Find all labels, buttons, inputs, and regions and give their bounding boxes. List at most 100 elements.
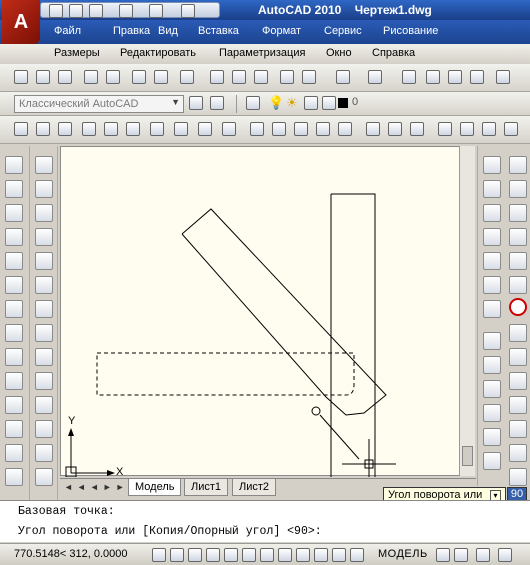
revision-cloud-icon[interactable] xyxy=(5,324,23,342)
pan-realtime-icon[interactable] xyxy=(483,332,501,350)
intersect-icon[interactable] xyxy=(410,122,424,136)
menu-modify[interactable]: Редактировать xyxy=(120,47,196,59)
menu-parametric[interactable]: Параметризация xyxy=(219,47,305,59)
polygon-icon[interactable] xyxy=(35,228,53,246)
rectangle-icon[interactable] xyxy=(35,252,53,270)
cut-icon[interactable] xyxy=(210,70,224,84)
redo-icon[interactable] xyxy=(368,70,382,84)
selection-cycling-icon[interactable] xyxy=(350,548,364,562)
torus-icon[interactable] xyxy=(150,122,164,136)
ortho-icon[interactable] xyxy=(188,548,202,562)
circle-icon[interactable] xyxy=(5,300,23,318)
union-icon[interactable] xyxy=(366,122,380,136)
layer-color-icon[interactable] xyxy=(322,96,336,110)
trim-icon[interactable] xyxy=(509,372,527,390)
zoom-window-icon[interactable] xyxy=(483,380,501,398)
tab-sheet2[interactable]: Лист2 xyxy=(232,479,277,496)
menu-view[interactable]: Вид xyxy=(158,25,178,37)
lock-icon[interactable] xyxy=(304,96,318,110)
workspace-save-icon[interactable] xyxy=(210,96,224,110)
array-icon[interactable] xyxy=(509,252,527,270)
copy-icon[interactable] xyxy=(509,180,527,198)
open-icon[interactable] xyxy=(69,4,83,18)
design-center-icon[interactable] xyxy=(180,70,194,84)
drawing-canvas[interactable]: Y X xyxy=(60,146,460,482)
tab-navigation-icon[interactable]: ◄◄◄►► xyxy=(64,482,129,492)
extend-icon[interactable] xyxy=(509,396,527,414)
ellipse-arc-icon[interactable] xyxy=(35,396,53,414)
cube-icon[interactable] xyxy=(483,276,501,294)
zoom-out-icon[interactable] xyxy=(483,452,501,470)
menu-window[interactable]: Окно xyxy=(326,47,352,59)
line-icon[interactable] xyxy=(35,156,53,174)
footprint-icon[interactable] xyxy=(483,428,501,446)
3d-array-icon[interactable] xyxy=(504,122,518,136)
menu-draw[interactable]: Рисование xyxy=(383,25,438,37)
3d-rotate-icon[interactable] xyxy=(460,122,474,136)
properties-icon[interactable] xyxy=(496,70,510,84)
menu-file[interactable]: Файл xyxy=(54,25,81,37)
lineweight-icon[interactable] xyxy=(314,548,328,562)
print-icon[interactable] xyxy=(181,4,195,18)
block-icon[interactable] xyxy=(35,420,53,438)
snap-icon[interactable] xyxy=(152,548,166,562)
block-editor-icon[interactable] xyxy=(302,70,316,84)
insert-block-icon[interactable] xyxy=(5,396,23,414)
3d-align-icon[interactable] xyxy=(482,122,496,136)
menu-tools[interactable]: Сервис xyxy=(324,25,362,37)
menu-dimension[interactable]: Размеры xyxy=(54,47,100,59)
sphere-icon[interactable] xyxy=(104,122,118,136)
zoom-dynamic-icon[interactable] xyxy=(483,404,501,422)
undo-icon[interactable] xyxy=(119,4,133,18)
rotate-icon[interactable] xyxy=(509,298,527,316)
scale-icon[interactable] xyxy=(509,324,527,342)
visual-style-icon[interactable] xyxy=(483,156,501,174)
menu-insert[interactable]: Вставка xyxy=(198,25,239,37)
break-icon[interactable] xyxy=(509,420,527,438)
save-icon[interactable] xyxy=(58,70,72,84)
spline-icon[interactable] xyxy=(5,348,23,366)
ellipse-icon[interactable] xyxy=(35,372,53,390)
workspace-switch-icon[interactable] xyxy=(498,548,512,562)
subtract-icon[interactable] xyxy=(388,122,402,136)
layout-icon[interactable] xyxy=(436,548,450,562)
join-icon[interactable] xyxy=(509,444,527,462)
polyline-icon[interactable] xyxy=(35,204,53,222)
menu-edit[interactable]: Правка xyxy=(113,25,150,37)
make-block-icon[interactable] xyxy=(5,420,23,438)
model-space-button[interactable]: МОДЕЛЬ xyxy=(378,548,428,560)
text-icon[interactable] xyxy=(35,468,53,486)
globe-icon[interactable] xyxy=(483,228,501,246)
workspace-settings-icon[interactable] xyxy=(189,96,203,110)
otrack-icon[interactable] xyxy=(260,548,274,562)
3d-osnap-icon[interactable] xyxy=(242,548,256,562)
open-icon[interactable] xyxy=(36,70,50,84)
ellipse-icon[interactable] xyxy=(5,372,23,390)
menu-help[interactable]: Справка xyxy=(372,47,415,59)
box-icon[interactable] xyxy=(36,122,50,136)
extrude-icon[interactable] xyxy=(250,122,264,136)
osnap-icon[interactable] xyxy=(224,548,238,562)
polyline-icon[interactable] xyxy=(5,204,23,222)
cube-delete-icon[interactable] xyxy=(483,300,501,318)
add-view-icon[interactable] xyxy=(483,204,501,222)
construction-line-icon[interactable] xyxy=(5,180,23,198)
scroll-thumb[interactable] xyxy=(462,446,473,466)
vertical-scrollbar[interactable] xyxy=(459,146,475,476)
presspull-icon[interactable] xyxy=(272,122,286,136)
tab-sheet1[interactable]: Лист1 xyxy=(184,479,229,496)
quick-view-icon[interactable] xyxy=(454,548,468,562)
mirror-icon[interactable] xyxy=(509,204,527,222)
arc-icon[interactable] xyxy=(5,276,23,294)
match-properties-icon[interactable] xyxy=(280,70,294,84)
undo-icon[interactable] xyxy=(336,70,350,84)
cylinder-icon[interactable] xyxy=(126,122,140,136)
3d-move-icon[interactable] xyxy=(438,122,452,136)
sphere-view-icon[interactable] xyxy=(483,180,501,198)
sweep-icon[interactable] xyxy=(294,122,308,136)
erase-icon[interactable] xyxy=(509,156,527,174)
rectangle-icon[interactable] xyxy=(5,252,23,270)
polysolid-icon[interactable] xyxy=(14,122,28,136)
loft-icon[interactable] xyxy=(338,122,352,136)
xline-icon[interactable] xyxy=(35,180,53,198)
